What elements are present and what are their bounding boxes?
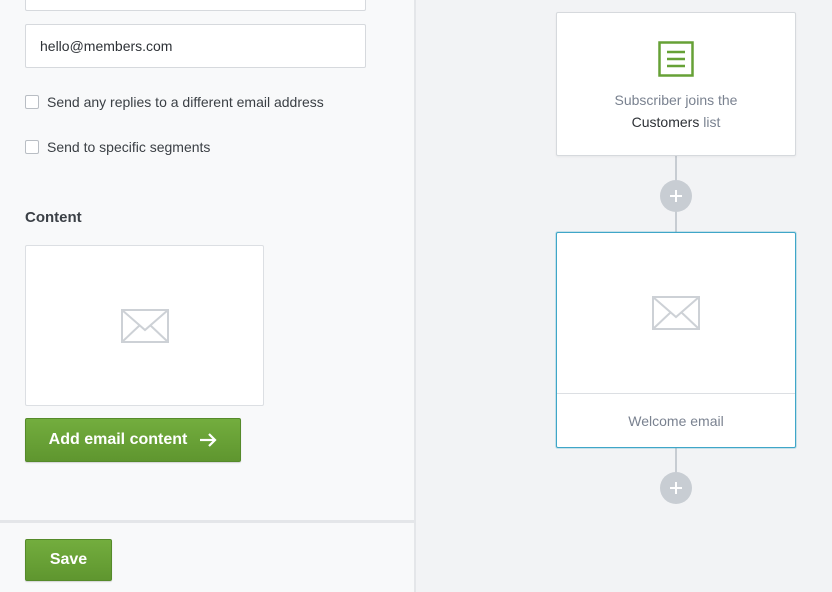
arrow-right-icon — [199, 433, 217, 447]
add-email-content-label: Add email content — [48, 431, 188, 448]
specific-segments-checkbox[interactable]: Send to specific segments — [25, 139, 210, 155]
trigger-list-suffix: list — [703, 114, 721, 130]
email-card-label: Welcome email — [628, 412, 724, 429]
plus-icon — [670, 482, 682, 494]
add-email-content-button[interactable]: Add email content — [25, 418, 241, 462]
save-button[interactable]: Save — [25, 539, 112, 581]
different-reply-address-checkbox[interactable]: Send any replies to a different email ad… — [25, 94, 324, 110]
add-step-button[interactable] — [660, 472, 692, 504]
trigger-card[interactable]: Subscriber joins the Customers list — [556, 12, 796, 156]
footer-divider — [0, 520, 414, 523]
checkbox-box[interactable] — [25, 140, 39, 154]
welcome-email-card[interactable]: Welcome email — [556, 232, 796, 448]
trigger-list-name: Customers — [631, 114, 700, 130]
different-reply-address-label: Send any replies to a different email ad… — [47, 94, 324, 110]
content-section-title: Content — [25, 209, 82, 226]
envelope-icon — [652, 296, 700, 330]
save-label: Save — [49, 551, 88, 568]
checkbox-box[interactable] — [25, 95, 39, 109]
list-document-icon — [658, 41, 694, 82]
email-settings-panel: Send any replies to a different email ad… — [0, 0, 414, 592]
reply-to-email-field[interactable] — [25, 24, 366, 68]
specific-segments-label: Send to specific segments — [47, 139, 211, 155]
email-card-preview — [557, 233, 795, 394]
email-content-preview — [25, 245, 264, 406]
from-name-field[interactable] — [25, 0, 366, 11]
add-step-button[interactable] — [660, 180, 692, 212]
trigger-text-line: Subscriber joins the — [614, 92, 738, 108]
trigger-list-line: Customers list — [557, 111, 795, 133]
workflow-canvas: Subscriber joins the Customers list Welc… — [416, 0, 832, 592]
trigger-description: Subscriber joins the Customers list — [557, 89, 795, 133]
envelope-icon — [120, 308, 169, 343]
plus-icon — [670, 190, 682, 202]
